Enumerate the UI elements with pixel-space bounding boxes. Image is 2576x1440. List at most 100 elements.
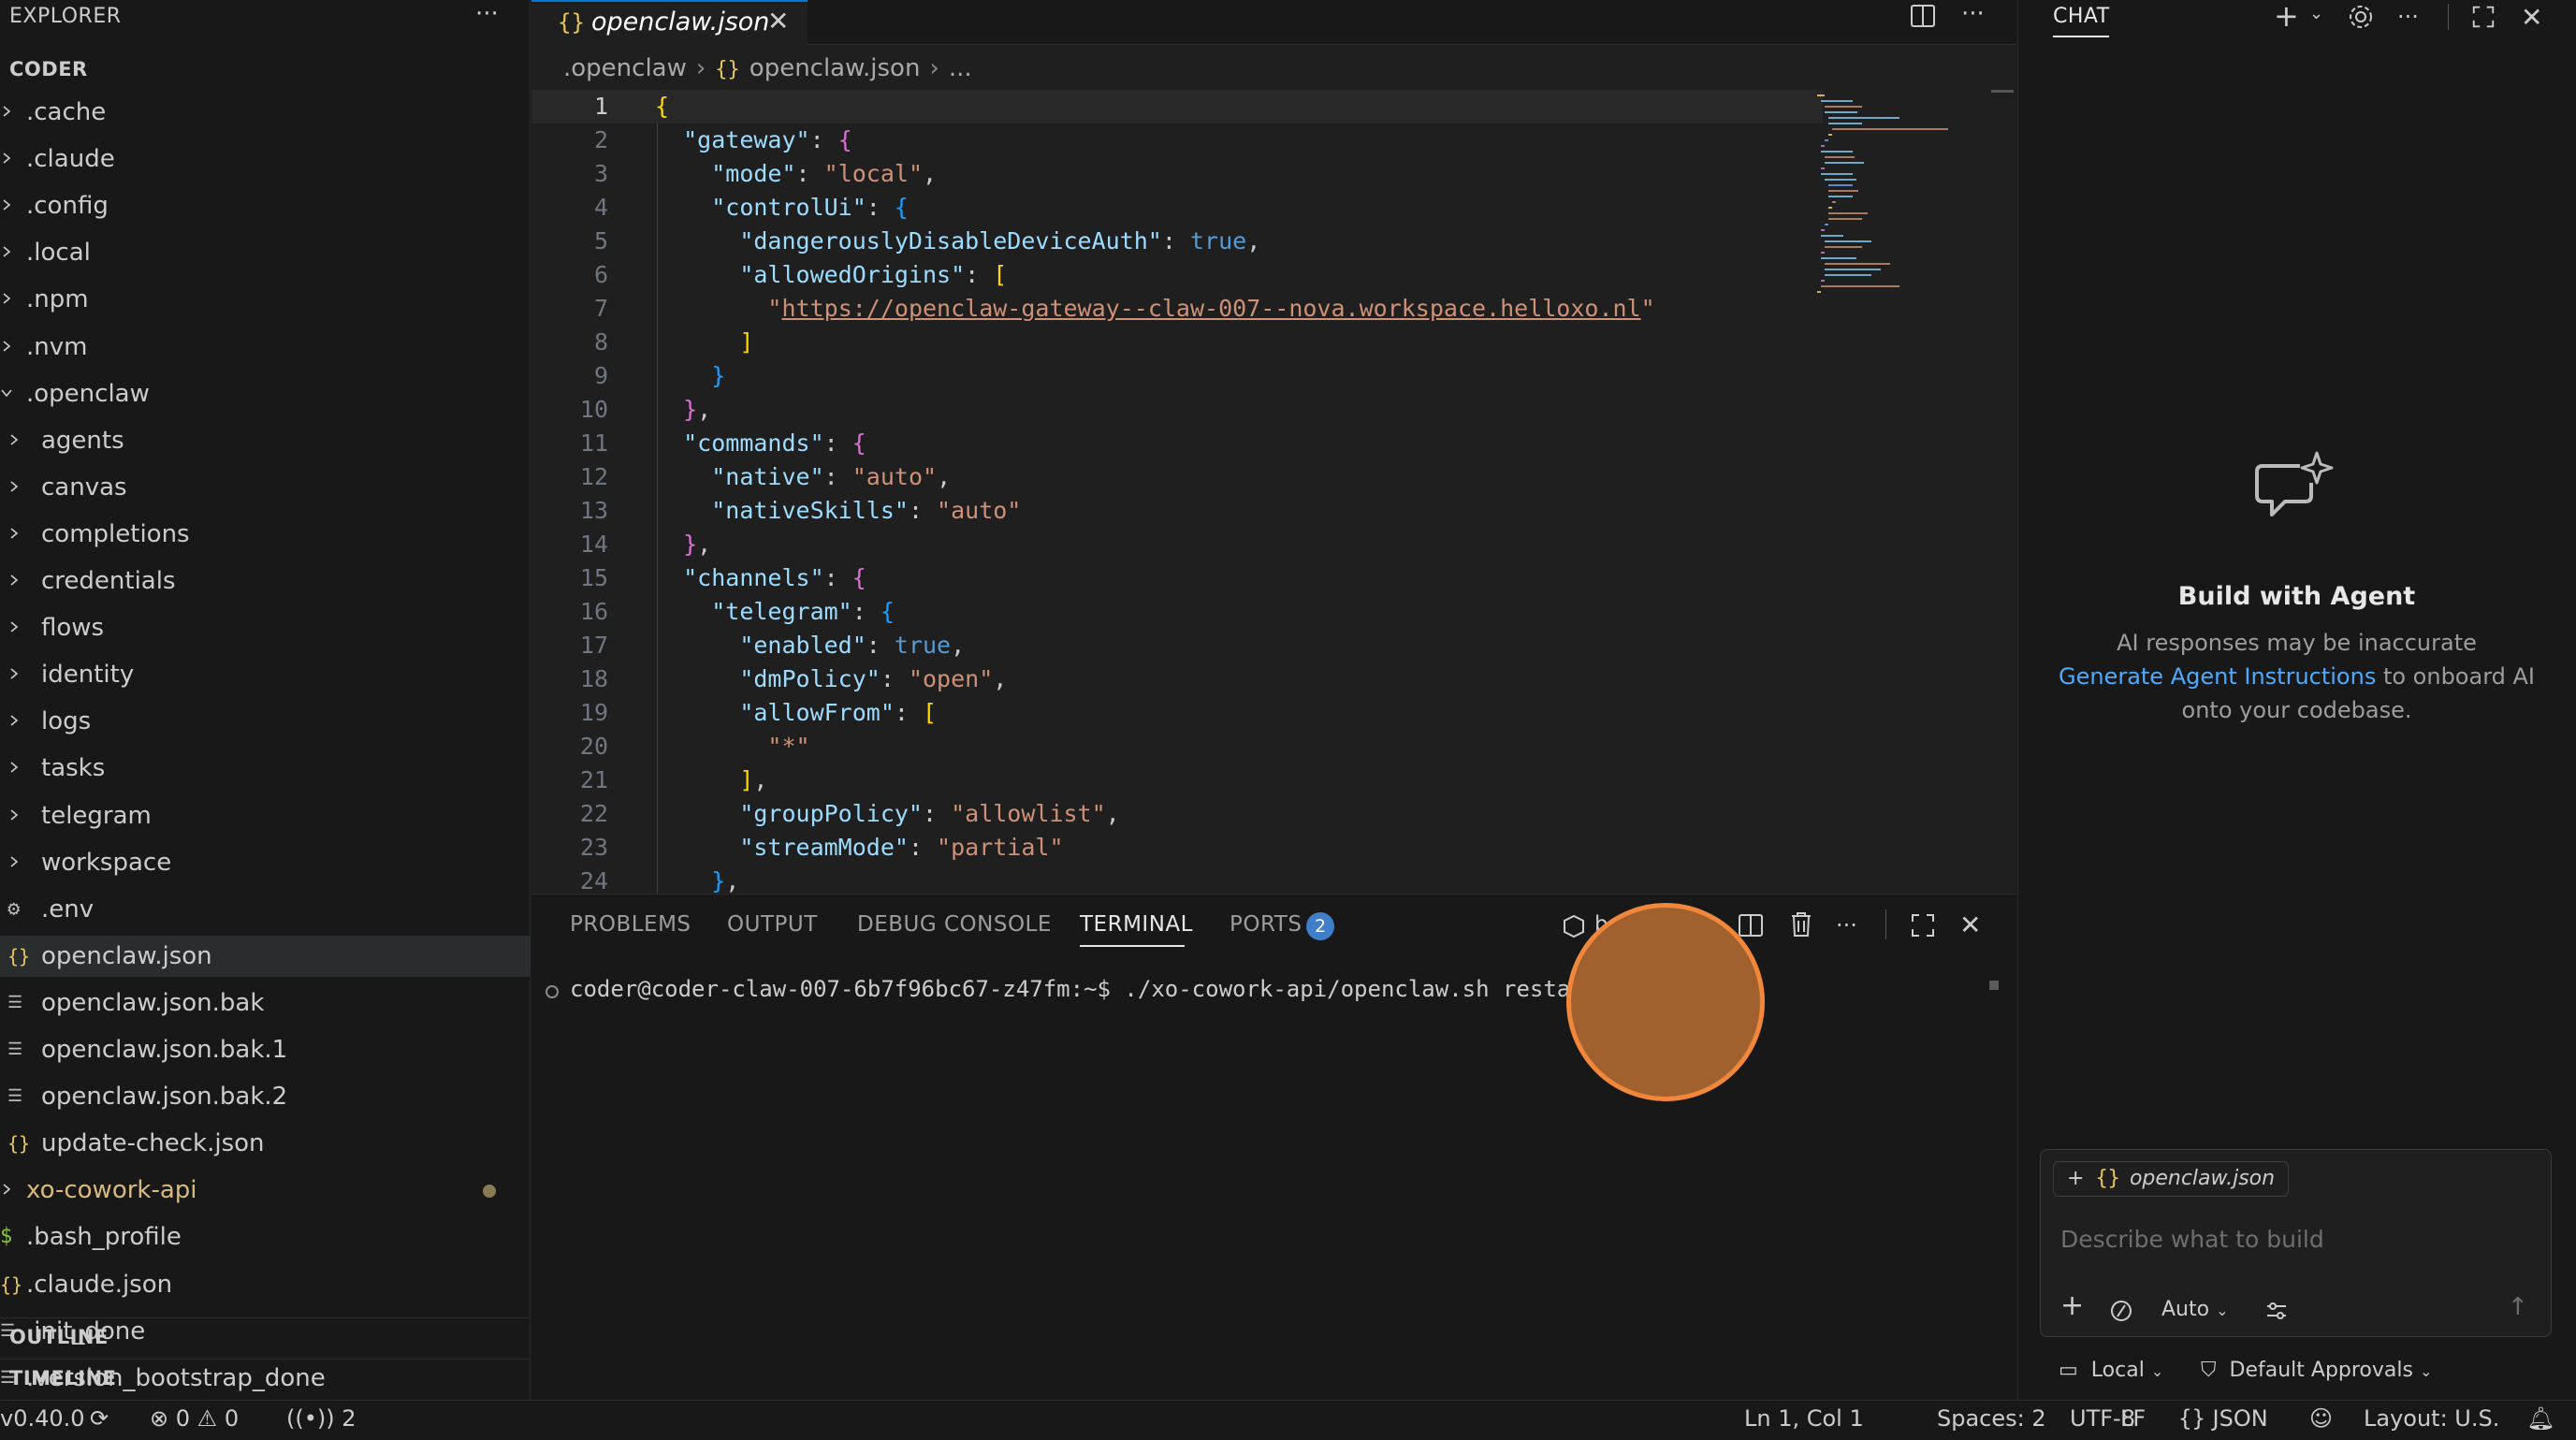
minimap[interactable]	[1815, 92, 1956, 344]
terminal-scrollbar[interactable]	[1989, 981, 1999, 990]
editor-scrollbar[interactable]	[1991, 90, 2014, 93]
code-line[interactable]: 15 "channels": {	[531, 561, 1823, 595]
maximize-icon[interactable]	[2470, 4, 2496, 30]
outline-section[interactable]: OUTLINE	[9, 1326, 109, 1348]
file-item[interactable]: $ .bash_profile	[0, 1216, 531, 1258]
code-line[interactable]: 18 "dmPolicy": "open",	[531, 662, 1823, 696]
code-line[interactable]: 14 },	[531, 528, 1823, 561]
chevron-down-icon[interactable]: ⌄	[2309, 4, 2323, 23]
version-label[interactable]: v0.40.0	[0, 1405, 85, 1432]
code-line[interactable]: 11 "commands": {	[531, 427, 1823, 460]
code-line[interactable]: 21 ],	[531, 764, 1823, 797]
folder-item[interactable]: flows	[0, 607, 531, 648]
code-line[interactable]: 7 "https://openclaw-gateway--claw-007--n…	[531, 292, 1823, 326]
bell-icon[interactable]: 🔔︎	[2526, 1405, 2554, 1432]
folder-item[interactable]: .openclaw	[0, 373, 531, 415]
tab-debug-console[interactable]: DEBUG CONSOLE	[857, 912, 1052, 937]
terminal-prompt-line[interactable]: coder@coder-claw-007-6b7f96bc67-z47fm:~$…	[570, 976, 1597, 1002]
split-terminal-icon[interactable]	[1737, 911, 1765, 939]
code-line[interactable]: 20 "*"	[531, 730, 1823, 764]
language-mode[interactable]: {} JSON	[2178, 1405, 2268, 1432]
close-icon[interactable]: ✕	[767, 6, 789, 36]
breadcrumb-item[interactable]: .openclaw	[563, 54, 687, 82]
folder-item[interactable]: logs	[0, 701, 531, 742]
code-line[interactable]: 10 },	[531, 393, 1823, 427]
problems-status[interactable]: ⊗ 0 ⚠ 0	[150, 1405, 239, 1432]
more-actions-icon[interactable]: ···	[2397, 4, 2419, 30]
send-arrow-icon[interactable]: ↑	[2508, 1293, 2528, 1321]
code-line[interactable]: 3 "mode": "local",	[531, 157, 1823, 191]
folder-item[interactable]: .nvm	[0, 327, 531, 368]
folder-item[interactable]: telegram	[0, 795, 531, 836]
folder-item[interactable]: workspace	[0, 842, 531, 883]
split-editor-icon[interactable]	[1909, 2, 1937, 30]
location-picker[interactable]: ▭ Local ⌄	[2059, 1359, 2163, 1382]
breadcrumb-item[interactable]: ...	[949, 54, 972, 82]
file-item[interactable]: ☰ openclaw.json.bak.1	[0, 1029, 531, 1070]
folder-item[interactable]: xo-cowork-api	[0, 1170, 531, 1211]
add-context-icon[interactable]: +	[2060, 1289, 2084, 1322]
file-item[interactable]: {} .claude.json	[0, 1264, 531, 1305]
code-line[interactable]: 9 }	[531, 359, 1823, 393]
maximize-panel-icon[interactable]	[1909, 911, 1937, 939]
code-line[interactable]: 2 "gateway": {	[531, 124, 1823, 157]
folder-item[interactable]: canvas	[0, 467, 531, 508]
eol[interactable]: LF	[2120, 1405, 2146, 1432]
breadcrumb-item[interactable]: openclaw.json	[750, 54, 921, 82]
folder-item[interactable]: .config	[0, 185, 531, 226]
code-line[interactable]: 8 ]	[531, 326, 1823, 359]
new-chat-icon[interactable]: +	[2274, 0, 2299, 34]
workspace-root[interactable]: CODER	[9, 58, 88, 80]
trash-icon[interactable]	[1787, 909, 1815, 939]
tab-ports[interactable]: PORTS	[1230, 912, 1302, 937]
folder-item[interactable]: agents	[0, 420, 531, 461]
tab-openclaw-json[interactable]: {} openclaw.json ✕	[531, 0, 808, 47]
folder-item[interactable]: credentials	[0, 560, 531, 602]
tab-output[interactable]: OUTPUT	[727, 912, 818, 937]
context-attachment-chip[interactable]: +{} openclaw.json	[2053, 1161, 2290, 1197]
file-item[interactable]: ☰ openclaw.json.bak.2	[0, 1076, 531, 1117]
folder-item[interactable]: .claude	[0, 138, 531, 180]
more-actions-icon[interactable]: ···	[1961, 0, 1985, 28]
indentation[interactable]: Spaces: 2	[1937, 1405, 2046, 1432]
code-line[interactable]: 6 "allowedOrigins": [	[531, 258, 1823, 292]
code-line[interactable]: 1{	[531, 90, 1823, 124]
settings-sliders-icon[interactable]	[2264, 1299, 2289, 1323]
chat-input-field[interactable]: Describe what to build	[2060, 1226, 2324, 1253]
file-item[interactable]: {} openclaw.json	[0, 935, 531, 977]
more-actions-icon[interactable]: ···	[1836, 912, 1857, 938]
code-line[interactable]: 4 "controlUi": {	[531, 191, 1823, 225]
folder-item[interactable]: .npm	[0, 279, 531, 320]
code-line[interactable]: 17 "enabled": true,	[531, 629, 1823, 662]
folder-item[interactable]: .cache	[0, 92, 531, 133]
code-line[interactable]: 24 },	[531, 865, 1823, 894]
tools-icon[interactable]	[2109, 1299, 2133, 1323]
code-line[interactable]: 16 "telegram": {	[531, 595, 1823, 629]
sync-icon[interactable]: ⟳	[90, 1405, 109, 1432]
tab-problems[interactable]: PROBLEMS	[570, 912, 691, 937]
close-panel-icon[interactable]: ✕	[1959, 909, 1981, 940]
cursor-position[interactable]: Ln 1, Col 1	[1744, 1405, 1864, 1432]
code-line[interactable]: 13 "nativeSkills": "auto"	[531, 494, 1823, 528]
terminal-shell-icon[interactable]	[1561, 913, 1587, 939]
keyboard-layout[interactable]: Layout: U.S.	[2364, 1405, 2499, 1432]
file-item[interactable]: ☰ openclaw.json.bak	[0, 982, 531, 1024]
code-line[interactable]: 19 "allowFrom": [	[531, 696, 1823, 730]
gear-icon[interactable]	[2347, 3, 2375, 31]
code-line[interactable]: 12 "native": "auto",	[531, 460, 1823, 494]
timeline-section[interactable]: TIMELINE	[9, 1367, 117, 1389]
tab-terminal[interactable]: TERMINAL	[1080, 912, 1193, 937]
terminal-command-decoration[interactable]	[546, 985, 559, 998]
folder-item[interactable]: tasks	[0, 748, 531, 789]
explorer-more-button[interactable]: ···	[475, 0, 499, 28]
folder-item[interactable]: identity	[0, 654, 531, 695]
file-item[interactable]: {} update-check.json	[0, 1123, 531, 1164]
folder-item[interactable]: completions	[0, 514, 531, 555]
approvals-picker[interactable]: ⛉ Default Approvals ⌄	[2201, 1359, 2432, 1382]
folder-item[interactable]: .local	[0, 232, 531, 273]
code-line[interactable]: 22 "groupPolicy": "allowlist",	[531, 797, 1823, 831]
close-icon[interactable]: ✕	[2521, 2, 2542, 33]
copilot-icon[interactable]: ☺	[2309, 1405, 2333, 1432]
file-item[interactable]: ⚙ .env	[0, 889, 531, 930]
mode-picker[interactable]: Auto ⌄	[2161, 1298, 2229, 1321]
